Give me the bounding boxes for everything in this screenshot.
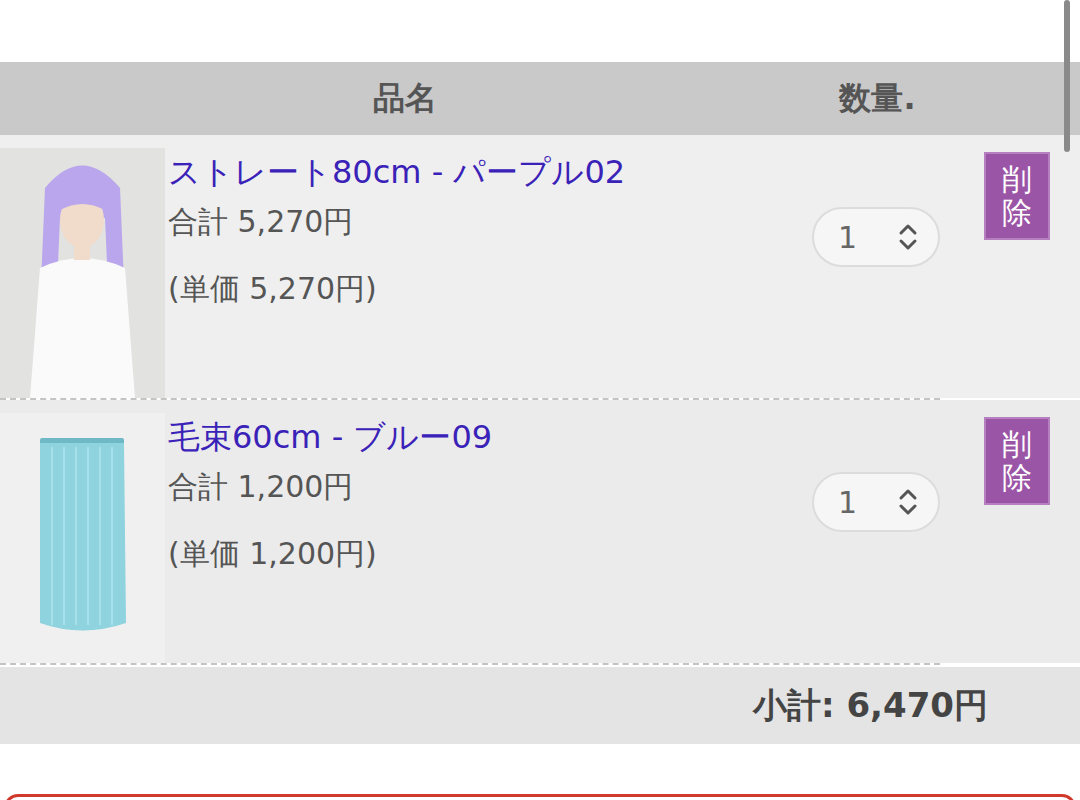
quantity-select[interactable]: 1: [812, 472, 940, 532]
checkout-button[interactable]: [4, 794, 1076, 800]
header-cell: 品名: [0, 77, 810, 121]
unit-price: (単価 5,270円): [168, 269, 812, 309]
product-image[interactable]: [0, 148, 165, 398]
delete-button[interactable]: 削除: [984, 417, 1050, 505]
table-header: 品名数量.: [0, 62, 1080, 135]
cart-page: 品名数量. ストレート80cm - パープル02 合計 5,270円 (単価 5,27…: [0, 0, 1080, 800]
scrollbar-thumb[interactable]: [1064, 0, 1070, 152]
product-name[interactable]: 毛束60cm - ブルー09: [168, 417, 812, 457]
unit-price: (単価 1,200円): [168, 534, 812, 574]
up-down-chevron-icon: [896, 222, 920, 252]
header-cell: 数量.: [810, 77, 945, 121]
quantity-select[interactable]: 1: [812, 207, 940, 267]
product-image[interactable]: [0, 413, 165, 663]
extension-photo: [0, 413, 165, 663]
cart-row: ストレート80cm - パープル02 合計 5,270円 (単価 5,270円)1削…: [0, 135, 1080, 398]
wig-photo: [0, 148, 165, 398]
cart-row: 毛束60cm - ブルー09 合計 1,200円 (単価 1,200円)1 削除: [0, 400, 1080, 663]
line-total: 合計 5,270円: [168, 202, 812, 242]
product-name[interactable]: ストレート80cm - パープル02: [168, 152, 812, 192]
subtotal: 小計: 6,470円: [0, 667, 1080, 744]
product-info: 毛束60cm - ブルー09 合計 1,200円 (単価 1,200円): [165, 413, 812, 574]
up-down-chevron-icon: [896, 487, 920, 517]
delete-button[interactable]: 削除: [984, 152, 1050, 240]
row-divider: [0, 663, 940, 665]
line-total: 合計 1,200円: [168, 467, 812, 507]
product-info: ストレート80cm - パープル02 合計 5,270円 (単価 5,270円): [165, 148, 812, 309]
